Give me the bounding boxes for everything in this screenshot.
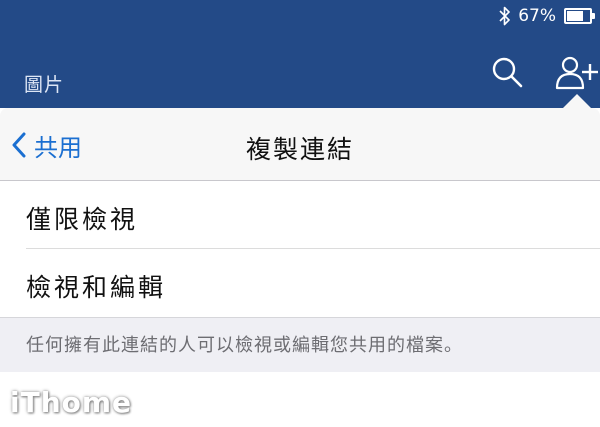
share-popover: 共用 複製連結 僅限檢視 檢視和編輯 任何擁有此連結的人可以檢視或編輯您共用的檔… [0, 108, 600, 372]
bluetooth-icon [499, 6, 511, 26]
folder-title: 圖片 [24, 74, 65, 96]
option-view-only[interactable]: 僅限檢視 [0, 181, 600, 249]
battery-fill [567, 11, 584, 21]
battery-percentage: 67% [518, 6, 556, 26]
option-view-and-edit[interactable]: 檢視和編輯 [0, 249, 600, 317]
battery-icon [564, 8, 595, 24]
option-label: 僅限檢視 [26, 205, 139, 234]
app-header: 67% 圖片 [0, 0, 600, 108]
option-label: 檢視和編輯 [26, 273, 167, 302]
add-person-icon[interactable] [554, 55, 598, 91]
popover-arrow [563, 94, 591, 108]
popover-navigation-bar: 共用 複製連結 [0, 108, 600, 181]
popover-footer-note: 任何擁有此連結的人可以檢視或編輯您共用的檔案。 [0, 317, 600, 372]
popover-title: 複製連結 [245, 135, 354, 164]
watermark-logo: iThome [10, 386, 133, 419]
status-bar: 67% [498, 5, 595, 27]
search-icon[interactable] [490, 55, 524, 89]
footer-text: 任何擁有此連結的人可以檢視或編輯您共用的檔案。 [26, 335, 463, 356]
